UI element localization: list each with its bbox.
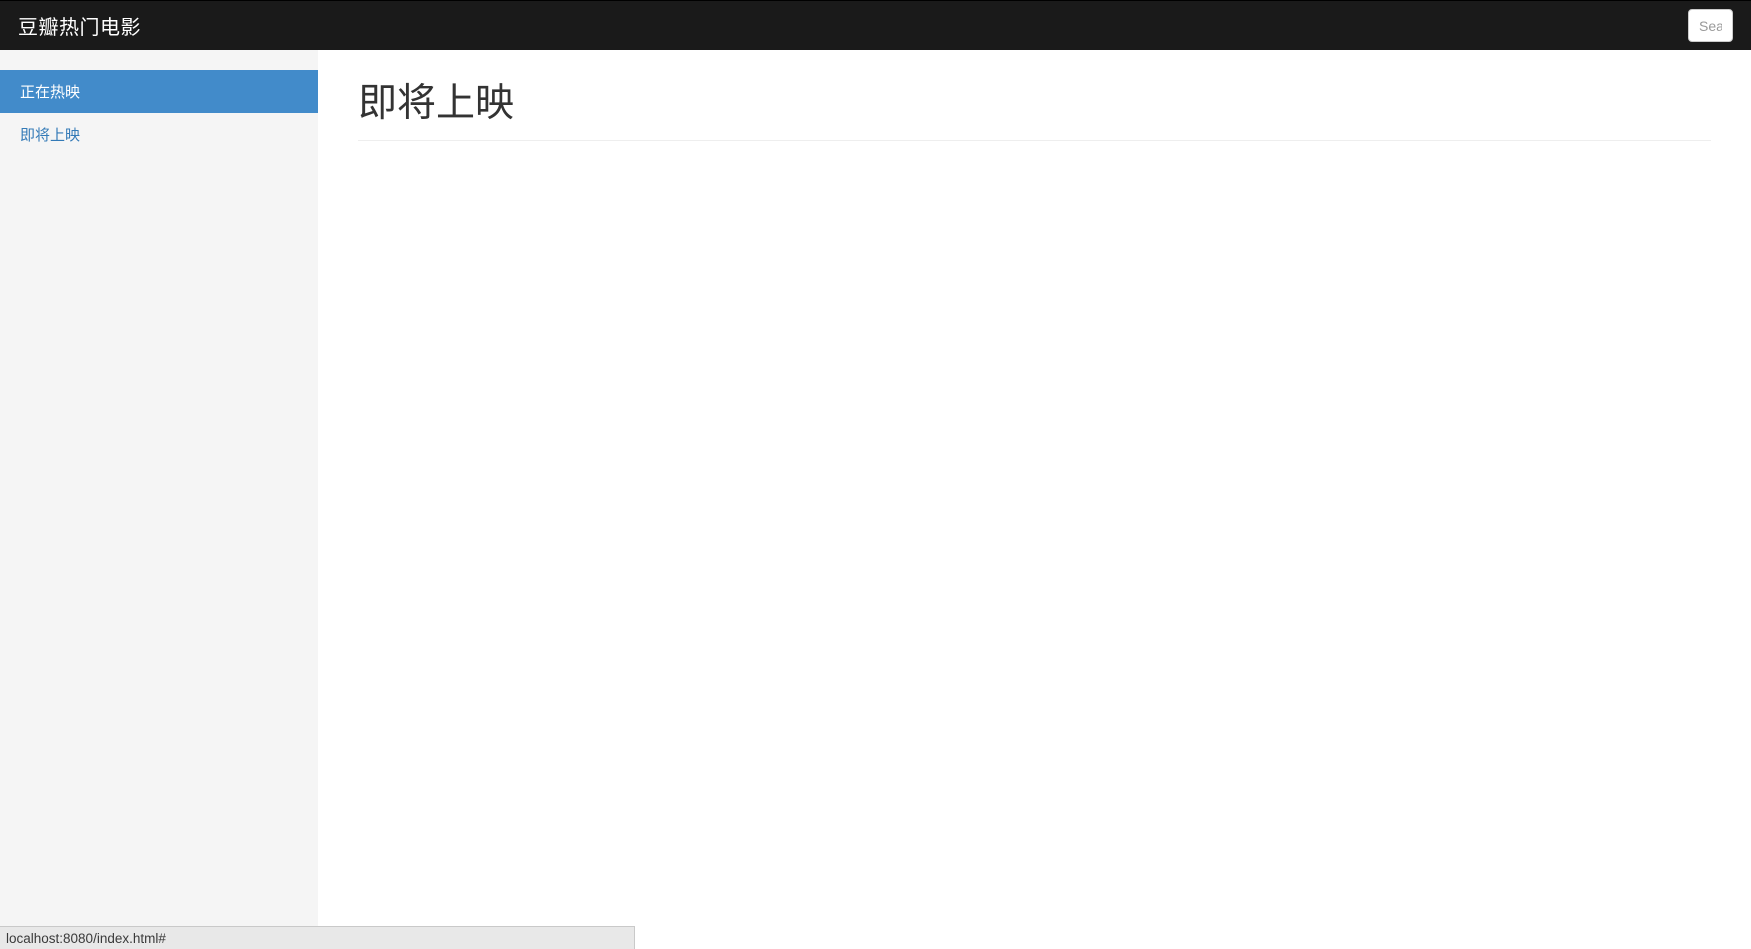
status-bar: localhost:8080/index.html# <box>0 926 635 949</box>
page-title: 即将上映 <box>358 72 1711 141</box>
search-input[interactable] <box>1688 9 1733 42</box>
top-navbar: 豆瓣热门电影 <box>0 0 1751 50</box>
main-layout: 正在热映 即将上映 即将上映 <box>0 50 1751 949</box>
app-brand[interactable]: 豆瓣热门电影 <box>18 11 141 40</box>
sidebar: 正在热映 即将上映 <box>0 50 318 949</box>
sidebar-item-now-playing[interactable]: 正在热映 <box>0 70 318 113</box>
main-content: 即将上映 <box>318 50 1751 949</box>
sidebar-item-coming-soon[interactable]: 即将上映 <box>0 113 318 156</box>
